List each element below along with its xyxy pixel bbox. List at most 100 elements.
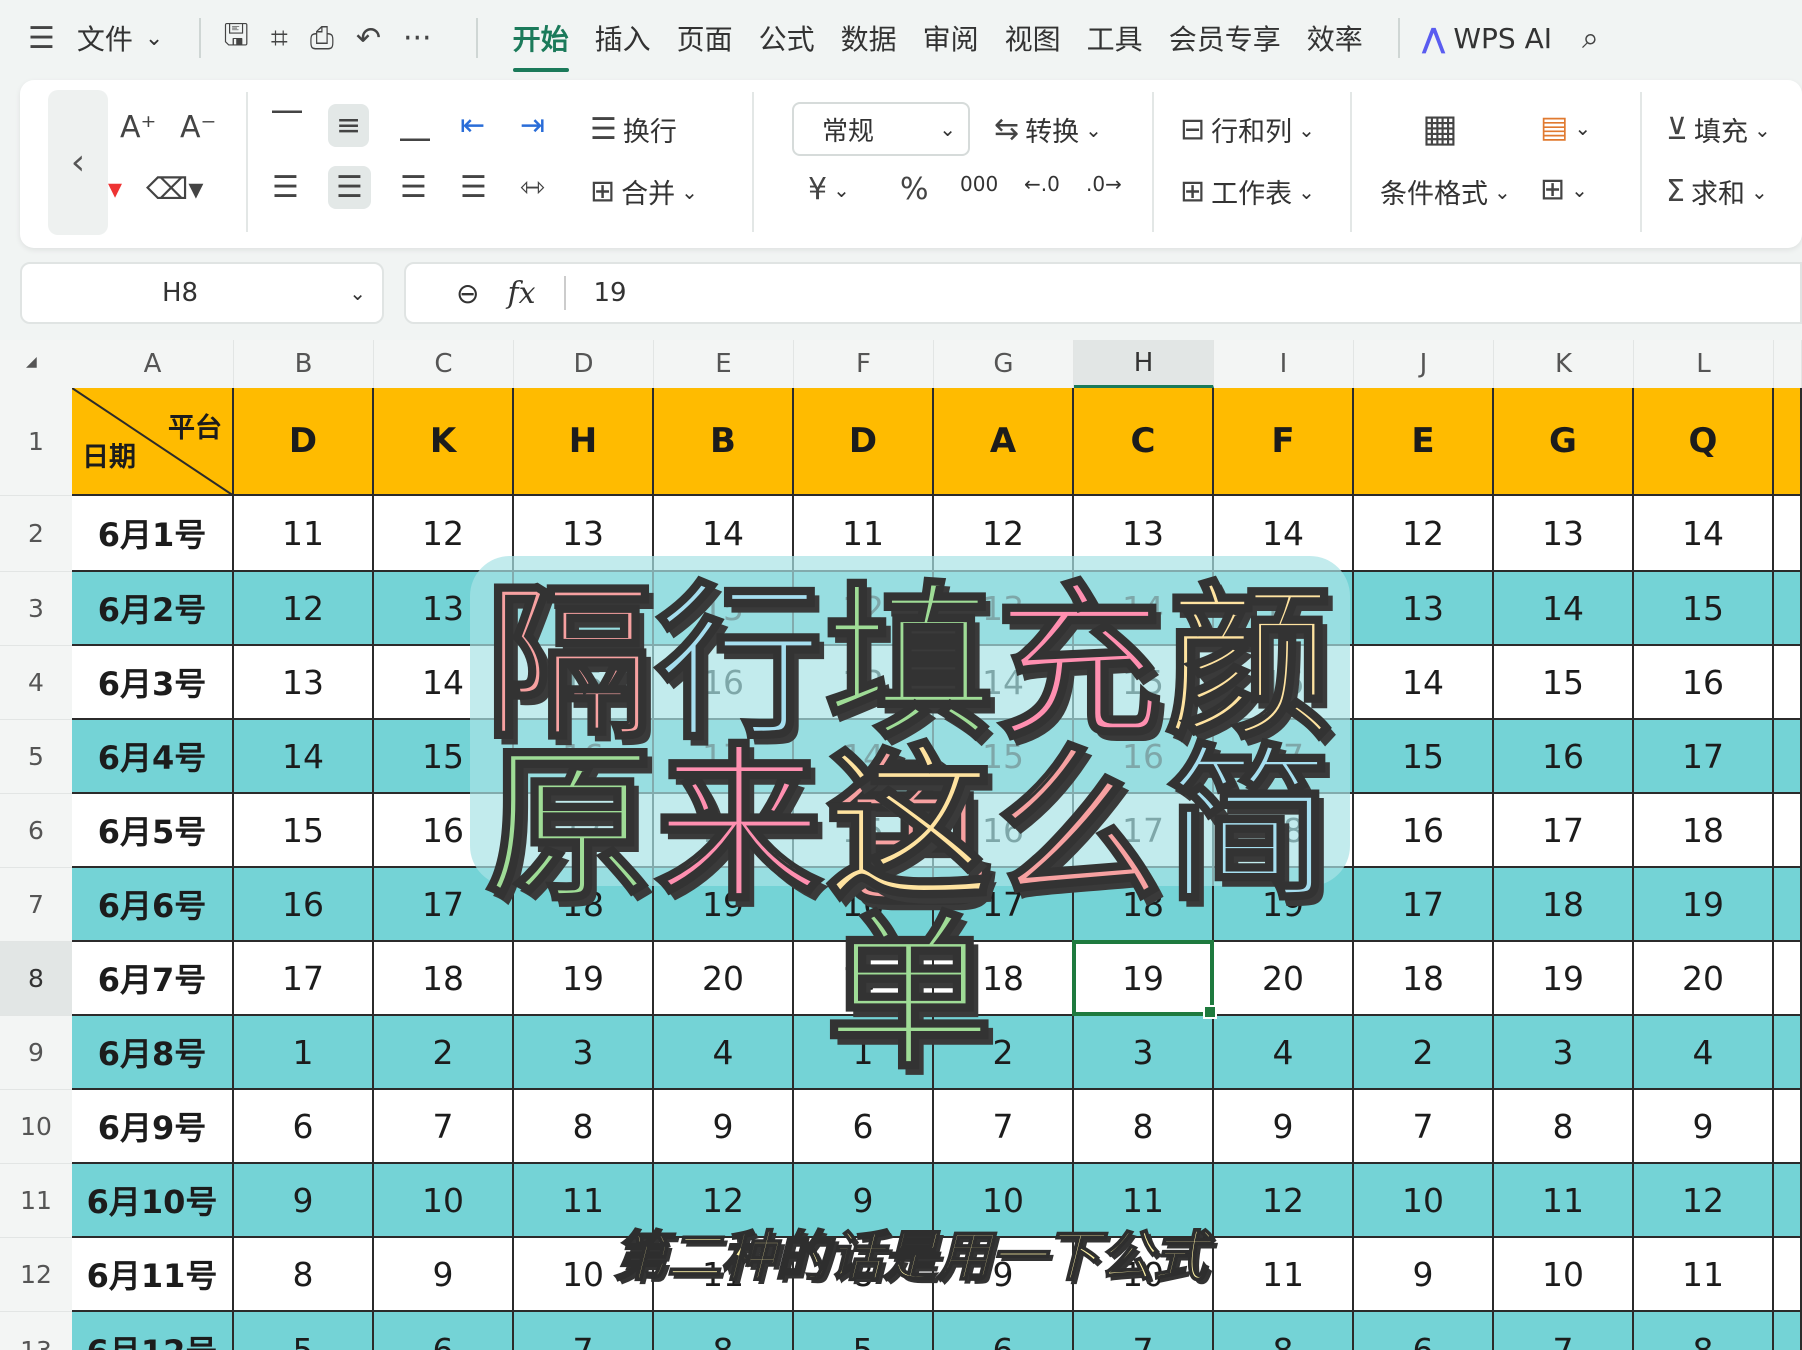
value-cell[interactable]: 8 [1214,1312,1354,1350]
indent-decrease-icon[interactable]: ⇤ [460,108,485,143]
align-top-icon[interactable]: ⎺ [272,108,302,143]
column-header-C[interactable]: C [374,340,514,388]
value-cell[interactable]: 12 [234,572,374,646]
font-increase-button[interactable]: A⁺ [120,110,156,145]
chevron-down-icon[interactable]: ⌄ [145,26,163,51]
value-cell[interactable]: 4 [1634,1016,1774,1090]
column-header-partial[interactable] [1774,340,1802,388]
column-header-B[interactable]: B [234,340,374,388]
value-cell-partial[interactable] [1774,572,1802,646]
column-header-E[interactable]: E [654,340,794,388]
value-cell[interactable]: 11 [234,496,374,572]
wps-ai-button[interactable]: WPS AI [1453,22,1552,55]
value-cell[interactable]: 17 [1354,868,1494,942]
align-center-icon[interactable]: ☰ [328,166,371,209]
merge-cells-button[interactable]: ⊞ 合并 ⌄ [590,172,698,211]
row-header-10[interactable]: 10 [0,1090,72,1164]
platform-header-cell[interactable]: C [1074,388,1214,496]
tab-8[interactable]: 会员专享 [1169,18,1281,58]
value-cell[interactable]: 2 [1354,1016,1494,1090]
value-cell[interactable]: 7 [514,1312,654,1350]
file-menu[interactable]: 文件 [77,18,133,58]
thousands-separator-button[interactable]: 000 [960,172,998,196]
fill-button[interactable]: ⊻ 填充 ⌄ [1666,110,1771,149]
value-cell[interactable]: 17 [1494,794,1634,868]
value-cell[interactable]: 15 [1634,572,1774,646]
value-cell-partial[interactable] [1774,942,1802,1016]
value-cell[interactable]: 17 [1634,720,1774,794]
value-cell[interactable]: 9 [1634,1090,1774,1164]
date-cell[interactable]: 6月9号 [72,1090,234,1164]
value-cell[interactable]: 15 [234,794,374,868]
value-cell[interactable]: 12 [1354,496,1494,572]
percent-button[interactable]: % [900,172,929,207]
row-header-6[interactable]: 6 [0,794,72,868]
date-cell[interactable]: 6月7号 [72,942,234,1016]
value-cell[interactable]: 18 [1354,942,1494,1016]
ribbon-collapse-button[interactable]: ‹ [48,90,108,235]
row-header-7[interactable]: 7 [0,868,72,942]
value-cell-partial[interactable] [1774,868,1802,942]
row-header-1[interactable]: 1 [0,388,72,496]
decrease-decimal-icon[interactable]: .0→ [1086,172,1122,196]
formula-bar[interactable]: ⊖ fx 19 [404,262,1802,324]
value-cell-partial[interactable] [1774,1016,1802,1090]
value-cell[interactable]: 10 [1354,1164,1494,1238]
value-cell[interactable]: 9 [1214,1090,1354,1164]
worksheet-button[interactable]: ⊞ 工作表 ⌄ [1180,172,1315,211]
zoom-formula-icon[interactable]: ⊖ [456,277,479,310]
column-header-A[interactable]: A [72,340,234,388]
undo-icon[interactable]: ↶ [356,18,381,58]
row-header-2[interactable]: 2 [0,496,72,572]
justify-icon[interactable]: ☰ [460,170,487,205]
date-cell[interactable]: 6月1号 [72,496,234,572]
value-cell[interactable]: 12 [1634,1164,1774,1238]
column-header-F[interactable]: F [794,340,934,388]
tab-1[interactable]: 插入 [595,18,651,58]
font-color-icon[interactable]: ▾ [108,172,122,205]
platform-header-cell[interactable]: A [934,388,1074,496]
row-header-11[interactable]: 11 [0,1164,72,1238]
platform-header-cell[interactable]: B [654,388,794,496]
value-cell-partial[interactable] [1774,496,1802,572]
platform-header-cell[interactable]: F [1214,388,1354,496]
date-cell[interactable]: 6月10号 [72,1164,234,1238]
row-header-9[interactable]: 9 [0,1016,72,1090]
column-header-I[interactable]: I [1214,340,1354,388]
value-cell-partial[interactable] [1774,720,1802,794]
value-cell[interactable]: 14 [234,720,374,794]
platform-header-cell[interactable]: K [374,388,514,496]
value-cell-partial[interactable] [1774,1090,1802,1164]
platform-header-cell[interactable]: Q [1634,388,1774,496]
value-cell[interactable]: 6 [794,1090,934,1164]
value-cell[interactable]: 7 [1494,1312,1634,1350]
select-all-corner[interactable] [0,340,72,388]
value-cell[interactable]: 19 [1494,942,1634,1016]
date-cell[interactable]: 6月12号 [72,1312,234,1350]
platform-header-partial[interactable] [1774,388,1802,496]
border-icon[interactable]: ⊞ ⌄ [1540,172,1588,207]
value-cell[interactable]: 10 [1494,1238,1634,1312]
tab-4[interactable]: 数据 [841,18,897,58]
date-cell[interactable]: 6月2号 [72,572,234,646]
row-header-3[interactable]: 3 [0,572,72,646]
value-cell[interactable]: 7 [934,1090,1074,1164]
tab-0[interactable]: 开始 [512,18,569,72]
value-cell[interactable]: 10 [374,1164,514,1238]
value-cell[interactable]: 7 [1074,1312,1214,1350]
row-header-12[interactable]: 12 [0,1238,72,1312]
value-cell[interactable]: 15 [1354,720,1494,794]
date-cell[interactable]: 6月11号 [72,1238,234,1312]
platform-header-cell[interactable]: H [514,388,654,496]
column-header-K[interactable]: K [1494,340,1634,388]
tab-5[interactable]: 审阅 [923,18,979,58]
currency-button[interactable]: ¥ ⌄ [808,172,850,207]
increase-decimal-icon[interactable]: ←.0 [1024,172,1060,196]
menu-icon[interactable]: ☰ [28,18,55,58]
font-decrease-button[interactable]: A⁻ [180,110,216,145]
value-cell[interactable]: 6 [934,1312,1074,1350]
row-header-4[interactable]: 4 [0,646,72,720]
value-cell[interactable]: 7 [374,1090,514,1164]
tab-3[interactable]: 公式 [759,18,815,58]
value-cell[interactable]: 14 [1494,572,1634,646]
